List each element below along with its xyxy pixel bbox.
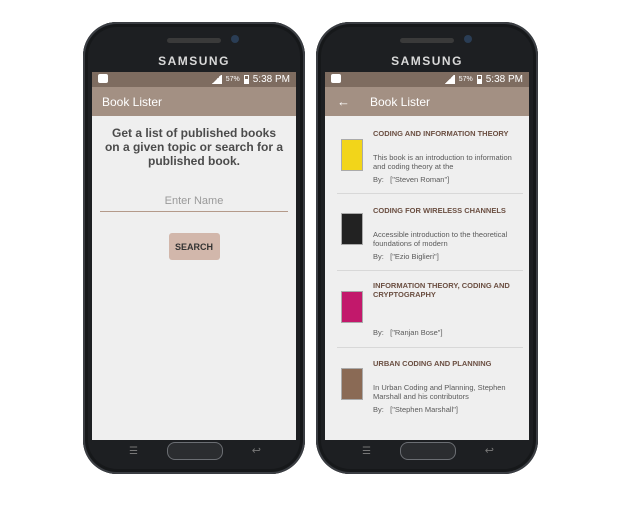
front-camera [231,35,239,43]
phone-right: SAMSUNG 57% 5:38 PM ← Book Lister CODING… [316,22,538,474]
results-screen: 57% 5:38 PM ← Book Lister CODING AND INF… [325,72,529,440]
phone-left: SAMSUNG 57% 5:38 PM Book Lister Get a li… [83,22,305,474]
notification-icon [98,74,108,83]
home-button[interactable] [167,442,223,460]
book-description: This book is an introduction to informat… [373,153,512,171]
book-title: URBAN CODING AND PLANNING [373,359,492,368]
hardware-keys: ☰ ↩ [316,442,538,462]
book-title: INFORMATION THEORY, CODING AND CRYPTOGRA… [373,281,510,299]
notification-icon [331,74,341,83]
front-camera [464,35,472,43]
earpiece-speaker [400,38,454,43]
clock: 5:38 PM [485,74,523,85]
book-author: By: ["Steven Roman"] [373,175,450,184]
search-button[interactable]: SEARCH [168,233,220,260]
brand-logo: SAMSUNG [391,54,463,68]
clock: 5:38 PM [252,74,290,85]
app-bar: ← Book Lister [325,87,529,116]
battery-percent: 57% [458,76,473,83]
search-prompt: Get a list of published books on a given… [104,126,284,168]
battery-icon [476,75,482,84]
app-title: Book Lister [370,94,431,109]
book-title: CODING FOR WIRELESS CHANNELS [373,206,506,215]
book-item[interactable]: INFORMATION THEORY, CODING AND CRYPTOGRA… [337,271,523,348]
home-button[interactable] [400,442,456,460]
hardware-keys: ☰ ↩ [83,442,305,462]
book-title: CODING AND INFORMATION THEORY [373,129,509,138]
app-bar: Book Lister [92,87,296,116]
brand-logo: SAMSUNG [158,54,230,68]
menu-key-icon[interactable]: ☰ [362,446,371,457]
menu-key-icon[interactable]: ☰ [129,446,138,457]
status-bar: 57% 5:38 PM [325,72,529,87]
book-item[interactable]: CODING FOR WIRELESS CHANNELS Accessible … [337,194,523,271]
search-screen: 57% 5:38 PM Book Lister Get a list of pu… [92,72,296,440]
book-description: Accessible introduction to the theoretic… [373,230,508,248]
book-author: By: ["Ranjan Bose"] [373,328,443,337]
book-cover [341,291,363,323]
app-title: Book Lister [102,94,163,109]
book-item[interactable]: CODING AND INFORMATION THEORY This book … [337,116,523,194]
book-author: By: ["Ezio Biglieri"] [373,252,439,261]
signal-icon [210,75,222,84]
status-bar: 57% 5:38 PM [92,72,296,87]
battery-percent: 57% [225,76,240,83]
battery-icon [243,75,249,84]
book-cover [341,368,363,400]
book-description: In Urban Coding and Planning, Stephen Ma… [373,383,506,401]
back-key-icon[interactable]: ↩ [485,444,494,457]
book-item[interactable]: URBAN CODING AND PLANNING In Urban Codin… [337,348,523,424]
book-cover [341,213,363,245]
signal-icon [443,75,455,84]
book-author: By: ["Stephen Marshall"] [373,405,458,414]
book-list[interactable]: CODING AND INFORMATION THEORY This book … [325,116,529,440]
name-input[interactable] [100,191,288,212]
book-cover [341,139,363,171]
back-arrow-icon[interactable]: ← [337,94,350,109]
back-key-icon[interactable]: ↩ [252,444,261,457]
earpiece-speaker [167,38,221,43]
